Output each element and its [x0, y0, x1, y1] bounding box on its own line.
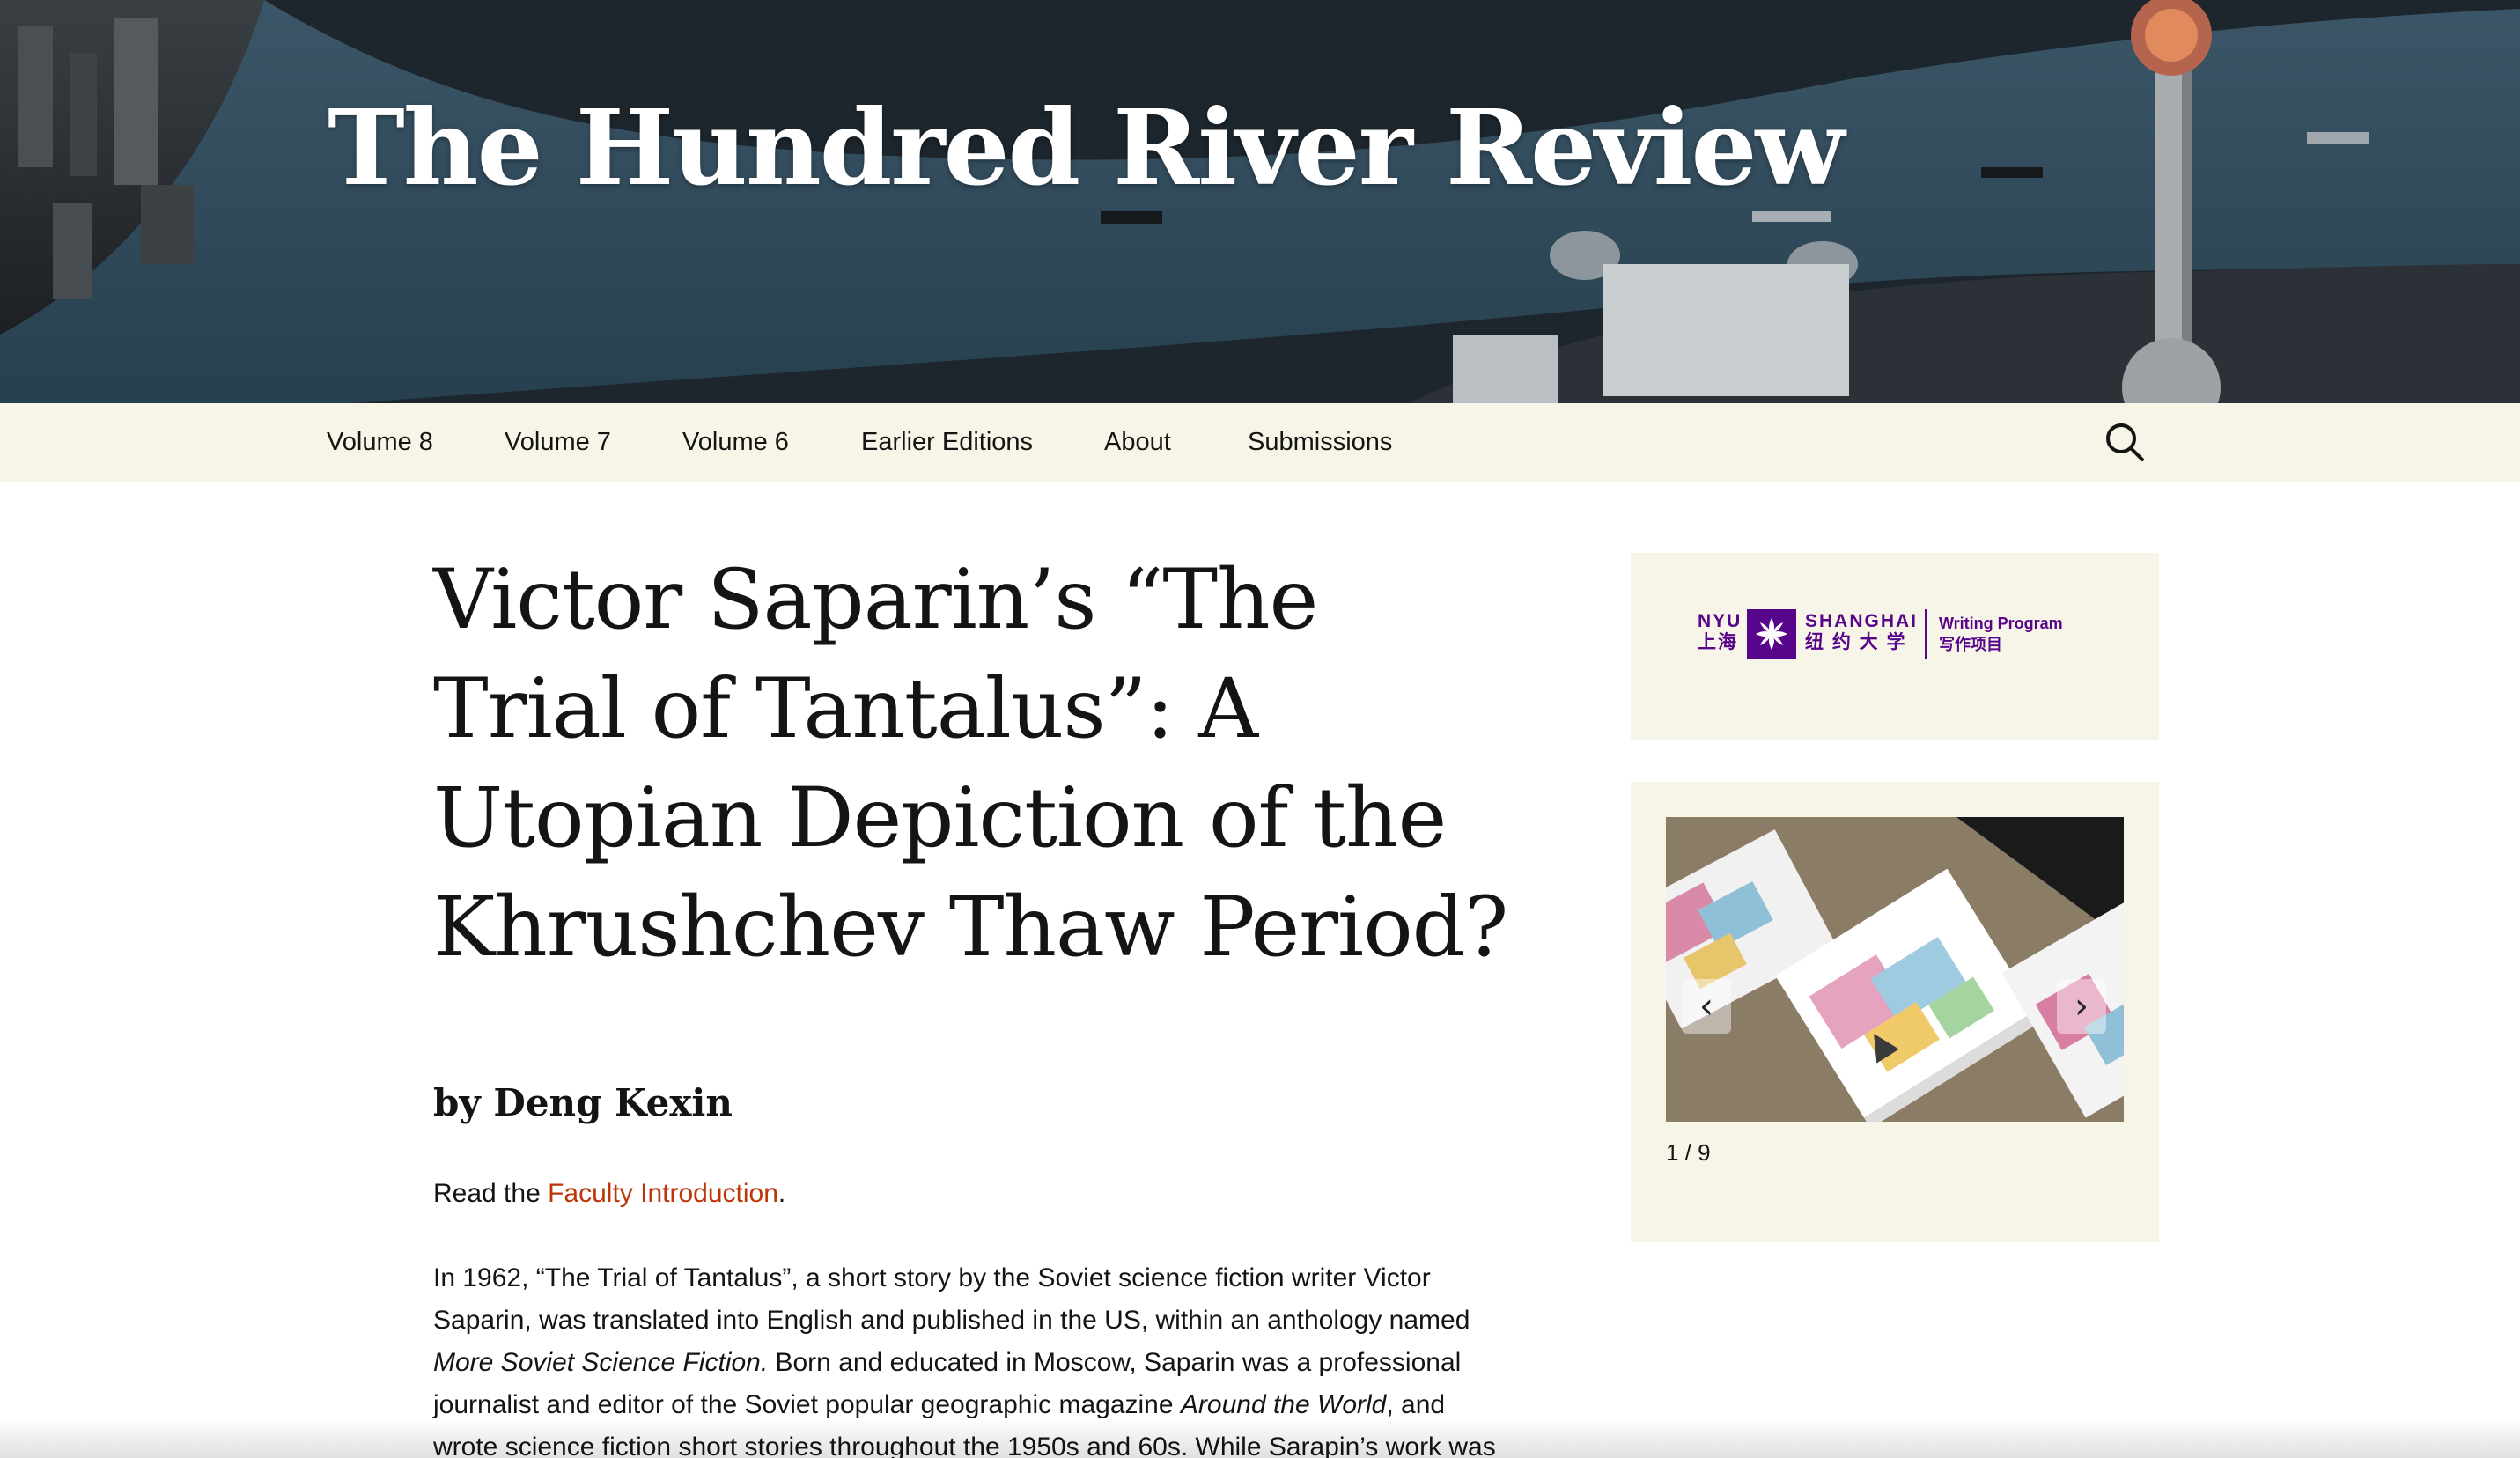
faculty-introduction-link[interactable]: Faculty Introduction — [548, 1179, 778, 1208]
read-prefix: Read the — [433, 1179, 549, 1208]
article-byline: by Deng Kexin — [433, 1081, 733, 1124]
nav-item-submissions[interactable]: Submissions — [1248, 428, 1392, 457]
para-text-1: In 1962, “The Trial of Tantalus”, a shor… — [433, 1263, 1470, 1335]
slide-counter: 1 / 9 — [1666, 1139, 1711, 1166]
magazine-stack-photo — [1666, 817, 2124, 1122]
sidebar-slider-widget: ‹ › 1 / 9 — [1631, 782, 2159, 1242]
anthology-title: More Soviet Science Fiction. — [433, 1348, 769, 1377]
read-suffix: . — [777, 1179, 786, 1208]
site-title[interactable]: The Hundred River Review — [328, 86, 1845, 209]
logo-divider — [1925, 609, 1927, 659]
faculty-intro-line: Read the Faculty Introduction. — [433, 1173, 1507, 1215]
chevron-right-icon: › — [2074, 986, 2089, 1027]
header-banner[interactable]: The Hundred River Review — [0, 0, 2520, 403]
magazine-title: Around the World — [1180, 1390, 1387, 1419]
search-icon[interactable] — [2104, 422, 2145, 462]
logo-emblem-icon — [1747, 609, 1796, 659]
nav-item-volume-7[interactable]: Volume 7 — [505, 428, 611, 457]
nav-item-about[interactable]: About — [1104, 428, 1171, 457]
slideshow-image[interactable]: ‹ › — [1666, 817, 2124, 1122]
slider-next-button[interactable]: › — [2057, 979, 2106, 1034]
logo-writing-program-text: Writing Program 写作项目 — [1939, 615, 2063, 653]
article-paragraph: In 1962, “The Trial of Tantalus”, a shor… — [433, 1257, 1507, 1458]
nav-item-earlier-editions[interactable]: Earlier Editions — [861, 428, 1033, 457]
logo-shanghai-text: SHANGHAI 纽 约 大 学 — [1805, 611, 1919, 652]
nav-item-volume-6[interactable]: Volume 6 — [682, 428, 789, 457]
sidebar-logo-widget: NYU 上海 SHANGHAI 纽 约 大 学 Writing Program … — [1631, 553, 2159, 740]
article-title[interactable]: Victor Saparin’s “The Trial of Tantalus”… — [433, 546, 1516, 983]
chevron-left-icon: ‹ — [1699, 986, 1713, 1027]
slider-prev-button[interactable]: ‹ — [1682, 979, 1731, 1034]
nyu-shanghai-writing-program-logo[interactable]: NYU 上海 SHANGHAI 纽 约 大 学 Writing Program … — [1698, 609, 2103, 660]
nav-item-volume-8[interactable]: Volume 8 — [327, 428, 433, 457]
logo-nyu-text: NYU 上海 — [1698, 611, 1743, 652]
